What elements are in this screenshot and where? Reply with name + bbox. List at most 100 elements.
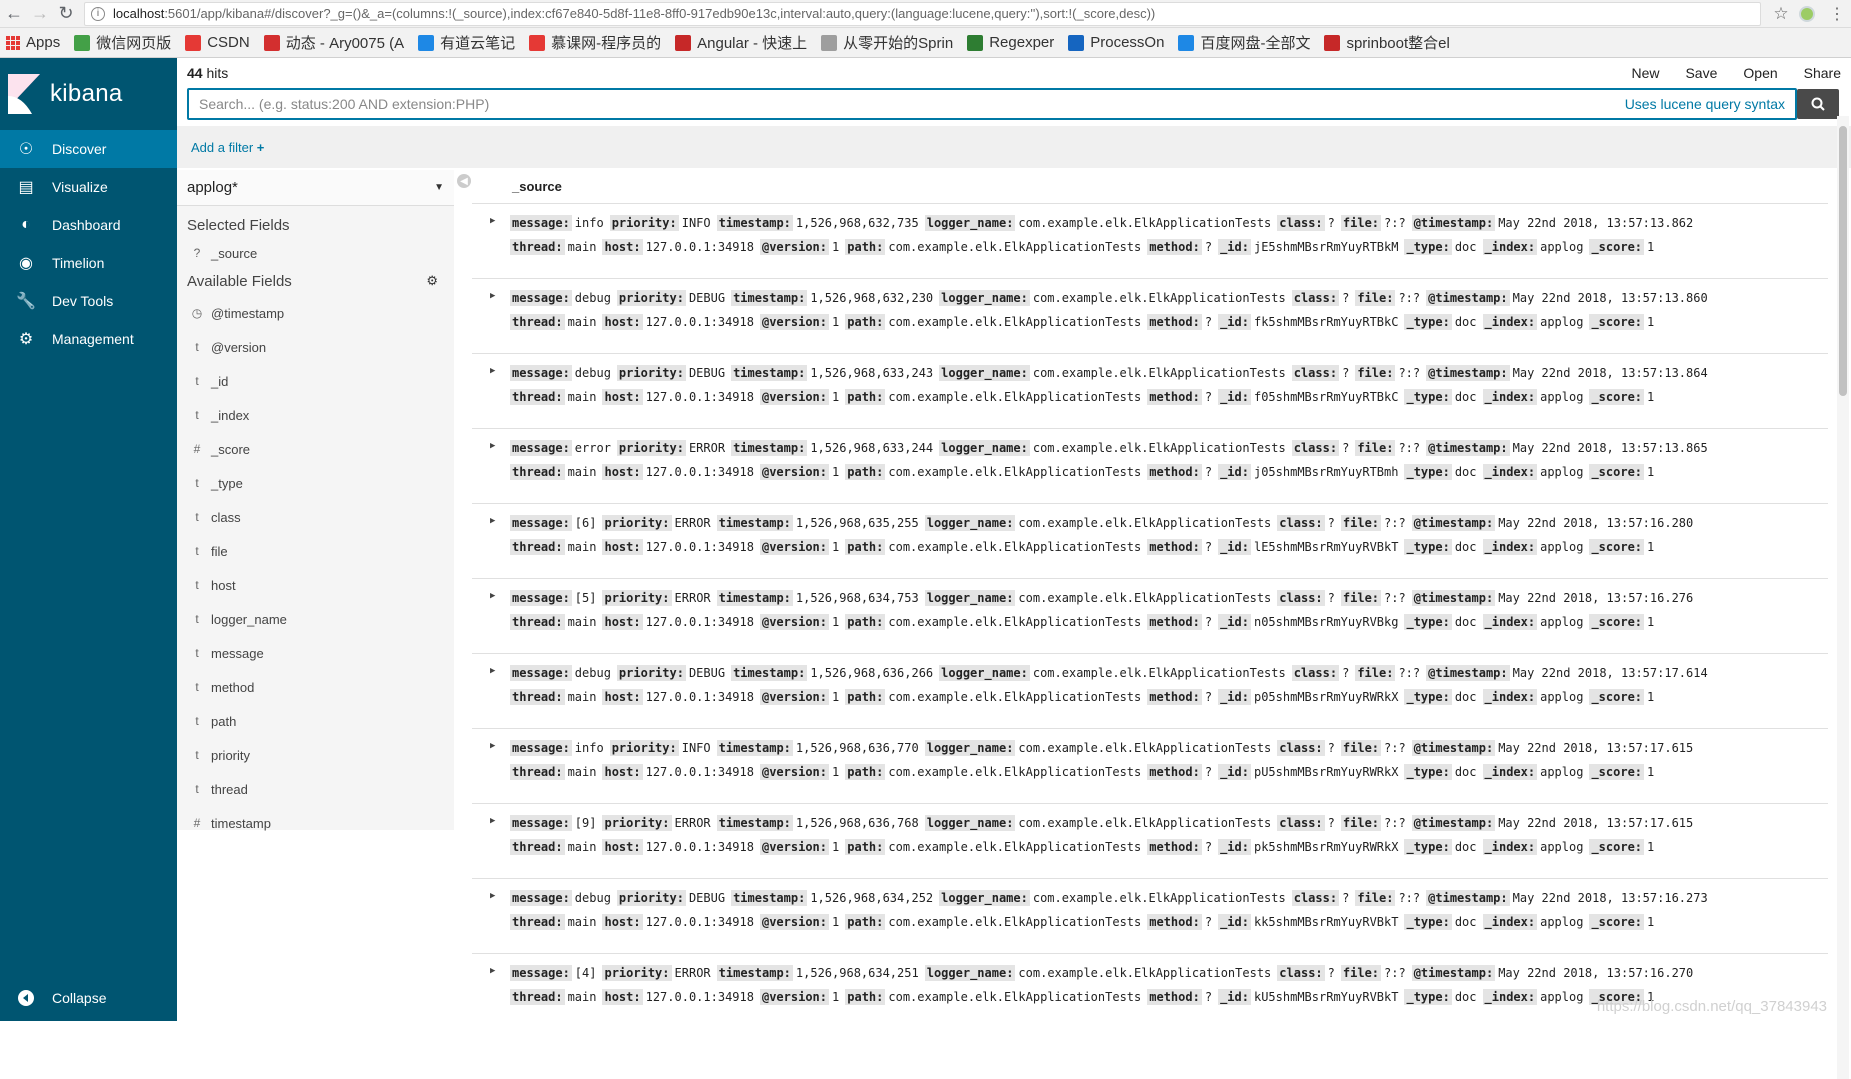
nav-item-visualize[interactable]: ▤ Visualize: [0, 168, 177, 206]
share-button[interactable]: Share: [1804, 65, 1841, 81]
field-item[interactable]: t _index: [177, 398, 454, 432]
document-line: message: info priority: INFO timestamp: 1,526…: [510, 740, 1699, 756]
document-row: ▶ message: info priority: INFO timestamp: 1,52…: [472, 204, 1828, 279]
field-key: priority:: [609, 740, 679, 756]
field-type-icon: t: [195, 510, 199, 524]
field-value: com.example.elk.ElkApplicationTests: [888, 315, 1142, 329]
field-key: _score:: [1589, 614, 1645, 630]
field-value: 1: [832, 615, 840, 629]
bookmark-item[interactable]: 慕课网-程序员的: [529, 32, 661, 53]
field-item[interactable]: t _type: [177, 466, 454, 500]
bookmark-item[interactable]: 微信网页版: [74, 32, 171, 53]
forward-icon[interactable]: →: [28, 2, 52, 26]
field-type-icon: #: [193, 816, 201, 830]
bookmark-item[interactable]: sprinboot整合el: [1324, 32, 1450, 53]
bookmark-item[interactable]: CSDN: [185, 34, 250, 51]
expand-row-icon[interactable]: ▶: [490, 591, 495, 601]
field-item[interactable]: t host: [177, 568, 454, 602]
index-pattern-select[interactable]: applog* ▼: [177, 170, 454, 206]
reload-icon[interactable]: ↻: [54, 2, 78, 26]
field-value: 127.0.0.1:34918: [645, 240, 754, 254]
field-value: p05shmMBsrRmYuyRWRkX: [1253, 690, 1399, 704]
info-icon[interactable]: i: [91, 6, 105, 21]
field-item[interactable]: t thread: [177, 772, 454, 806]
field-item[interactable]: t logger_name: [177, 602, 454, 636]
expand-row-icon[interactable]: ▶: [490, 741, 495, 751]
expand-row-icon[interactable]: ▶: [490, 516, 495, 526]
field-value: 1,526,968,636,768: [795, 816, 919, 830]
bookmark-item[interactable]: Angular - 快速上: [675, 32, 807, 53]
bar-chart-icon: ▤: [18, 179, 34, 196]
field-value: ?: [1342, 666, 1350, 680]
save-button[interactable]: Save: [1685, 65, 1717, 81]
bookmark-item[interactable]: 从零开始的Sprin: [821, 32, 953, 53]
expand-row-icon[interactable]: ▶: [490, 441, 495, 451]
compass-icon: ☉: [18, 141, 34, 158]
expand-row-icon[interactable]: ▶: [490, 666, 495, 676]
field-item[interactable]: ? _source: [177, 240, 454, 266]
field-value: pk5shmMBsrRmYuyRWRkX: [1253, 840, 1399, 854]
field-item[interactable]: t message: [177, 636, 454, 670]
field-key: timestamp:: [716, 215, 793, 231]
field-key: host:: [602, 314, 643, 330]
bookmark-item[interactable]: Apps: [6, 34, 60, 51]
extension-icon[interactable]: [1799, 5, 1815, 22]
field-item[interactable]: t @version: [177, 330, 454, 364]
expand-row-icon[interactable]: ▶: [490, 291, 495, 301]
back-icon[interactable]: ←: [2, 2, 26, 26]
field-key: message:: [510, 590, 572, 606]
expand-row-icon[interactable]: ▶: [490, 966, 495, 976]
field-key: path:: [845, 239, 886, 255]
field-item[interactable]: ◷ @timestamp: [177, 296, 454, 330]
gear-icon[interactable]: ⚙: [426, 273, 438, 289]
expand-row-icon[interactable]: ▶: [490, 366, 495, 376]
bookmark-item[interactable]: ProcessOn: [1068, 34, 1164, 51]
column-header-source[interactable]: _source: [472, 170, 1828, 204]
field-item[interactable]: # _score: [177, 432, 454, 466]
bookmark-item[interactable]: Regexper: [967, 34, 1054, 51]
field-key: _id:: [1218, 614, 1251, 630]
field-item[interactable]: # timestamp: [177, 806, 454, 840]
field-key: _index:: [1482, 464, 1538, 480]
kibana-logo[interactable]: kibana: [0, 58, 177, 130]
search-button[interactable]: [1797, 89, 1839, 119]
open-button[interactable]: Open: [1743, 65, 1777, 81]
address-bar[interactable]: i localhost:5601/app/kibana#/discover?_g…: [84, 1, 1761, 26]
add-filter-button[interactable]: Add a filter +: [191, 140, 264, 155]
expand-row-icon[interactable]: ▶: [490, 816, 495, 826]
field-item[interactable]: t path: [177, 704, 454, 738]
field-item[interactable]: t priority: [177, 738, 454, 772]
collapse-button[interactable]: Collapse: [0, 981, 177, 1015]
field-name: _type: [211, 475, 243, 491]
bookmark-item[interactable]: 有道云笔记: [418, 32, 515, 53]
field-key: method:: [1147, 989, 1202, 1005]
nav-item-dev-tools[interactable]: 🔧 Dev Tools: [0, 282, 177, 320]
bookmarks-bar: Apps 微信网页版 CSDN 动态 - Ary0075 (A 有道云笔记 慕课网-程序员…: [0, 28, 1851, 58]
bookmark-item[interactable]: 百度网盘-全部文: [1178, 32, 1310, 53]
query-syntax-link[interactable]: Uses lucene query syntax: [1625, 96, 1785, 112]
bookmark-star-icon[interactable]: ☆: [1767, 4, 1795, 24]
field-key: thread:: [510, 239, 565, 255]
field-type-icon: t: [195, 340, 199, 354]
field-name: path: [211, 713, 237, 729]
expand-row-icon[interactable]: ▶: [490, 891, 495, 901]
bookmark-icon: [1178, 34, 1195, 51]
scrollbar[interactable]: [1837, 116, 1849, 1079]
expand-row-icon[interactable]: ▶: [490, 216, 495, 226]
search-icon: [1811, 97, 1825, 111]
collapse-sidebar-icon[interactable]: ◀: [457, 174, 471, 188]
browser-menu-icon[interactable]: ⋮: [1827, 4, 1847, 24]
field-item[interactable]: t class: [177, 500, 454, 534]
nav-item-management[interactable]: ⚙ Management: [0, 320, 177, 358]
field-item[interactable]: t file: [177, 534, 454, 568]
field-item[interactable]: t _id: [177, 364, 454, 398]
nav-item-timelion[interactable]: ◉ Timelion: [0, 244, 177, 282]
field-key: priority:: [616, 665, 686, 681]
search-input[interactable]: [199, 96, 1625, 112]
bookmark-item[interactable]: 动态 - Ary0075 (A: [263, 32, 404, 53]
nav-item-dashboard[interactable]: ◐ Dashboard: [0, 206, 177, 244]
bookmark-label: CSDN: [207, 34, 250, 51]
field-item[interactable]: t method: [177, 670, 454, 704]
new-button[interactable]: New: [1631, 65, 1659, 81]
nav-item-discover[interactable]: ☉ Discover: [0, 130, 177, 168]
